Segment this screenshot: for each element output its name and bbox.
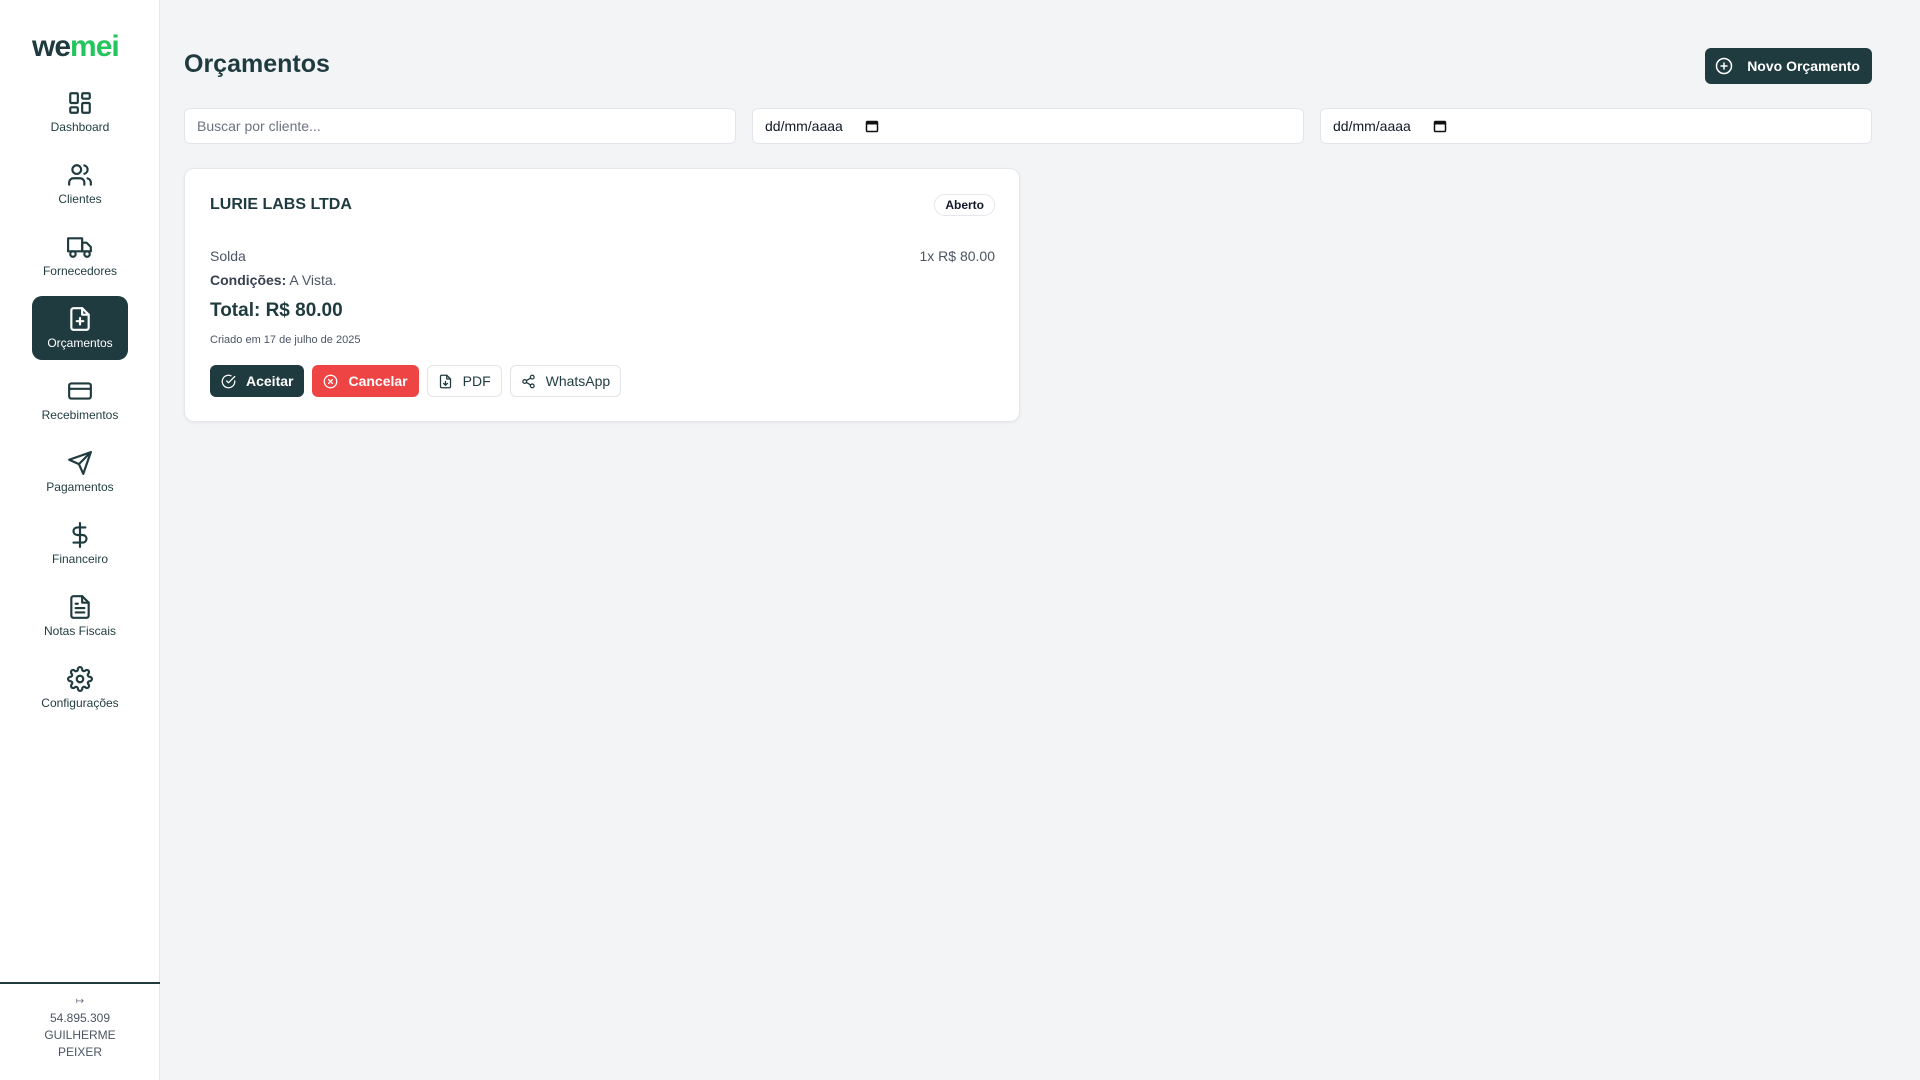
sidebar-item-recebimentos[interactable]: Recebimentos xyxy=(32,368,128,432)
sidebar-item-orcamentos[interactable]: Orçamentos xyxy=(32,296,128,360)
main-content: Orçamentos Novo Orçamento Buscar por cli… xyxy=(160,0,1920,1080)
send-icon xyxy=(68,451,92,475)
search-input[interactable]: Buscar por cliente... xyxy=(184,108,736,144)
quote-client-name: LURIE LABS LTDA xyxy=(210,196,352,213)
user-last-name: PEIXER xyxy=(57,1045,102,1059)
sidebar-item-label: Financeiro xyxy=(51,552,109,566)
cancel-button-label: Cancelar xyxy=(348,373,408,389)
logo-text-we: we xyxy=(32,30,71,63)
logo-text-mei: mei xyxy=(70,30,120,63)
date-to-input[interactable]: dd/mm/aaaa xyxy=(1320,108,1872,144)
truck-icon xyxy=(67,237,92,258)
check-circle-icon xyxy=(221,374,236,388)
quote-card: LURIE LABS LTDA Aberto Solda 1x R$ 80.00… xyxy=(184,168,1020,422)
sidebar-item-configuracoes[interactable]: Configurações xyxy=(32,656,128,720)
quote-conditions: Condições: A Vista. xyxy=(210,272,337,288)
conditions-value: A Vista. xyxy=(289,272,337,288)
x-circle-icon xyxy=(324,374,338,388)
cancel-button[interactable]: Cancelar xyxy=(312,365,419,397)
calendar-icon[interactable] xyxy=(1433,119,1447,133)
sidebar-item-label: Orçamentos xyxy=(47,336,113,350)
page-title: Orçamentos xyxy=(184,50,330,78)
file-plus-icon xyxy=(70,307,90,331)
dashboard-icon xyxy=(69,92,91,114)
quote-actions: Aceitar Cancelar PDF WhatsApp xyxy=(210,365,622,397)
pdf-button[interactable]: PDF xyxy=(426,365,502,397)
quote-total: Total: R$ 80.00 xyxy=(210,300,343,321)
share-icon xyxy=(521,374,535,388)
sidebar-item-notas-fiscais[interactable]: Notas Fiscais xyxy=(32,584,128,648)
new-quote-button-label: Novo Orçamento xyxy=(1747,58,1860,74)
user-info: ↦ 54.895.309 GUILHERME PEIXER xyxy=(0,982,160,1080)
gear-icon xyxy=(67,666,93,692)
status-badge: Aberto xyxy=(934,194,995,216)
file-download-icon xyxy=(439,374,451,388)
users-icon xyxy=(68,164,92,186)
whatsapp-share-button[interactable]: WhatsApp xyxy=(509,365,622,397)
sidebar: wemei Dashboard Clientes Fornecedores Or… xyxy=(0,0,160,1080)
quote-item-name: Solda xyxy=(210,248,246,264)
sidebar-nav: Dashboard Clientes Fornecedores Orçament… xyxy=(32,80,128,728)
accept-button[interactable]: Aceitar xyxy=(210,365,305,397)
sidebar-item-pagamentos[interactable]: Pagamentos xyxy=(32,440,128,504)
search-placeholder: Buscar por cliente... xyxy=(197,118,321,134)
date-to-value: dd/mm/aaaa xyxy=(1333,118,1411,134)
whatsapp-button-label: WhatsApp xyxy=(545,373,611,389)
conditions-label: Condições: xyxy=(210,272,287,288)
filters-bar: Buscar por cliente... dd/mm/aaaa dd/mm/a… xyxy=(184,108,1872,144)
wemei-logo[interactable]: wemei xyxy=(32,30,120,64)
calendar-icon[interactable] xyxy=(865,119,879,133)
date-from-value: dd/mm/aaaa xyxy=(765,118,843,134)
sidebar-item-label: Recebimentos xyxy=(41,408,119,422)
quote-created-date: Criado em 17 de julho de 2025 xyxy=(210,334,361,346)
sidebar-item-fornecedores[interactable]: Fornecedores xyxy=(32,224,128,288)
sidebar-item-label: Dashboard xyxy=(50,120,110,134)
file-text-icon xyxy=(70,595,90,619)
quote-item-value: 1x R$ 80.00 xyxy=(919,248,996,264)
new-quote-button[interactable]: Novo Orçamento xyxy=(1705,48,1872,84)
sidebar-item-label: Fornecedores xyxy=(42,264,118,278)
pdf-button-label: PDF xyxy=(462,373,491,389)
sidebar-item-label: Configurações xyxy=(41,696,119,710)
sidebar-item-financeiro[interactable]: Financeiro xyxy=(32,512,128,576)
sidebar-item-dashboard[interactable]: Dashboard xyxy=(32,80,128,144)
user-cnpj: 54.895.309 xyxy=(49,1011,111,1025)
sidebar-item-label: Pagamentos xyxy=(46,480,114,494)
sidebar-item-label: Notas Fiscais xyxy=(43,624,117,638)
sidebar-item-label: Clientes xyxy=(58,192,102,206)
logout-icon[interactable]: ↦ xyxy=(0,996,160,1008)
credit-card-icon xyxy=(68,382,92,400)
dollar-icon xyxy=(72,522,88,548)
user-first-name: GUILHERME xyxy=(44,1028,116,1042)
date-from-input[interactable]: dd/mm/aaaa xyxy=(752,108,1304,144)
plus-circle-icon xyxy=(1715,57,1733,75)
accept-button-label: Aceitar xyxy=(246,373,294,389)
sidebar-item-clientes[interactable]: Clientes xyxy=(32,152,128,216)
